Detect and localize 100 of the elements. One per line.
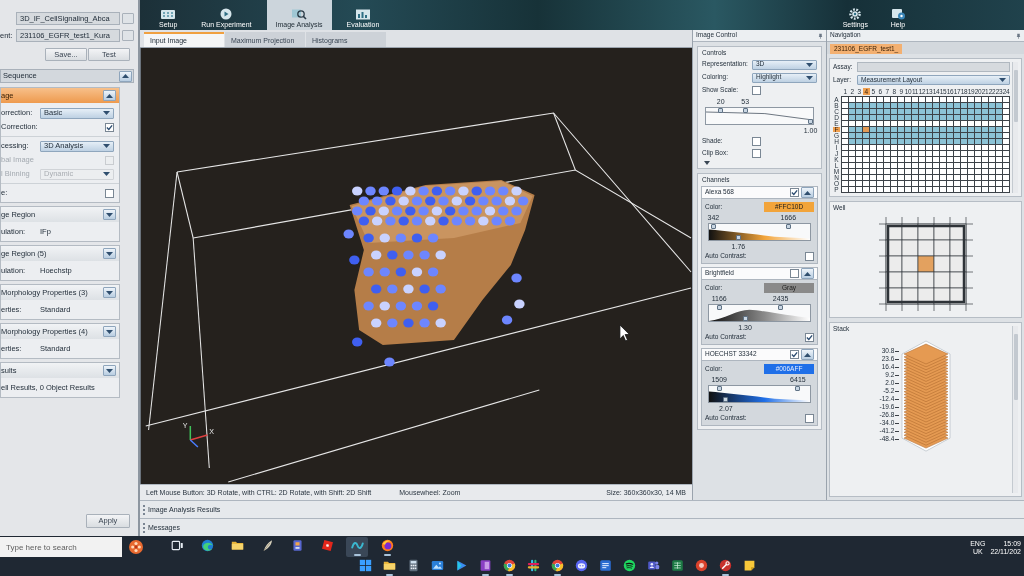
well[interactable] xyxy=(996,175,1002,180)
slider-thumb[interactable] xyxy=(808,118,813,124)
well[interactable] xyxy=(954,169,960,174)
browser-icon[interactable] xyxy=(550,558,564,572)
well[interactable] xyxy=(961,175,967,180)
well[interactable] xyxy=(975,121,981,126)
well[interactable] xyxy=(926,139,932,144)
well[interactable] xyxy=(842,133,848,138)
well[interactable] xyxy=(905,97,911,102)
well[interactable] xyxy=(863,139,869,144)
well[interactable] xyxy=(849,181,855,186)
well[interactable] xyxy=(933,133,939,138)
well[interactable] xyxy=(982,121,988,126)
well[interactable] xyxy=(947,109,953,114)
well[interactable] xyxy=(961,127,967,132)
well[interactable] xyxy=(912,187,918,192)
well[interactable] xyxy=(954,97,960,102)
well[interactable] xyxy=(982,151,988,156)
well[interactable] xyxy=(926,103,932,108)
well[interactable] xyxy=(912,121,918,126)
well[interactable] xyxy=(898,127,904,132)
checkbox[interactable] xyxy=(105,188,114,198)
well[interactable] xyxy=(982,139,988,144)
well[interactable] xyxy=(989,127,995,132)
field-tile[interactable] xyxy=(917,239,934,256)
well[interactable] xyxy=(898,163,904,168)
well[interactable] xyxy=(982,103,988,108)
collapse-button[interactable] xyxy=(103,90,116,101)
well[interactable] xyxy=(961,187,967,192)
well[interactable] xyxy=(856,145,862,150)
well[interactable] xyxy=(891,187,897,192)
well[interactable] xyxy=(898,115,904,120)
well[interactable] xyxy=(856,121,862,126)
well[interactable] xyxy=(989,151,995,156)
well[interactable] xyxy=(954,175,960,180)
well[interactable] xyxy=(905,121,911,126)
well[interactable] xyxy=(982,181,988,186)
well[interactable] xyxy=(933,127,939,132)
well[interactable] xyxy=(870,157,876,162)
expand-button[interactable] xyxy=(103,365,116,376)
well[interactable] xyxy=(863,187,869,192)
well[interactable] xyxy=(877,139,883,144)
well[interactable] xyxy=(856,157,862,162)
well[interactable] xyxy=(912,97,918,102)
well[interactable] xyxy=(884,157,890,162)
well[interactable] xyxy=(919,169,925,174)
well[interactable] xyxy=(919,133,925,138)
well[interactable] xyxy=(912,133,918,138)
well[interactable] xyxy=(849,157,855,162)
well[interactable] xyxy=(919,187,925,192)
well[interactable] xyxy=(870,151,876,156)
well[interactable] xyxy=(870,133,876,138)
taskbar-button[interactable] xyxy=(346,537,368,557)
collapse-button[interactable] xyxy=(801,349,814,360)
well[interactable] xyxy=(856,169,862,174)
field-tile[interactable] xyxy=(917,255,934,272)
slider-thumb[interactable] xyxy=(710,224,716,229)
well[interactable] xyxy=(933,121,939,126)
expand-button[interactable] xyxy=(103,209,116,220)
well[interactable] xyxy=(919,97,925,102)
well[interactable] xyxy=(996,115,1002,120)
histogram-track[interactable] xyxy=(708,385,811,403)
well[interactable] xyxy=(1003,115,1009,120)
well[interactable] xyxy=(849,139,855,144)
well[interactable] xyxy=(933,187,939,192)
well[interactable] xyxy=(982,175,988,180)
well[interactable] xyxy=(877,121,883,126)
well[interactable] xyxy=(877,115,883,120)
well[interactable] xyxy=(919,175,925,180)
well[interactable] xyxy=(898,133,904,138)
well[interactable] xyxy=(926,181,932,186)
well[interactable] xyxy=(856,187,862,192)
well[interactable] xyxy=(912,181,918,186)
well[interactable] xyxy=(849,175,855,180)
well[interactable] xyxy=(933,157,939,162)
well[interactable] xyxy=(982,163,988,168)
well[interactable] xyxy=(870,169,876,174)
well[interactable] xyxy=(940,103,946,108)
slider-thumb[interactable] xyxy=(735,235,741,240)
well[interactable] xyxy=(919,157,925,162)
well[interactable] xyxy=(891,115,897,120)
well[interactable] xyxy=(898,187,904,192)
well[interactable] xyxy=(870,121,876,126)
well[interactable] xyxy=(996,103,1002,108)
well[interactable] xyxy=(975,169,981,174)
play-icon[interactable] xyxy=(454,558,468,572)
well[interactable] xyxy=(870,109,876,114)
pin-icon[interactable] xyxy=(1016,32,1021,39)
well[interactable] xyxy=(877,163,883,168)
well[interactable] xyxy=(940,127,946,132)
histogram-track[interactable] xyxy=(708,304,811,322)
well[interactable] xyxy=(1003,163,1009,168)
well[interactable] xyxy=(933,145,939,150)
well[interactable] xyxy=(1003,121,1009,126)
well[interactable] xyxy=(940,115,946,120)
well[interactable] xyxy=(877,157,883,162)
well[interactable] xyxy=(842,103,848,108)
well[interactable] xyxy=(933,163,939,168)
slider-thumb[interactable] xyxy=(778,305,784,310)
well[interactable] xyxy=(947,181,953,186)
